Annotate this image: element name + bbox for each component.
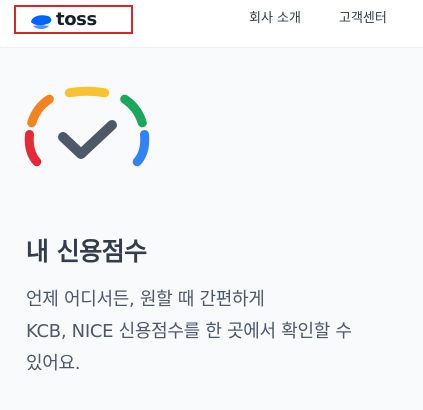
toss-logo-icon bbox=[31, 15, 52, 29]
nav-company-about-link[interactable]: 회사 소개 bbox=[249, 11, 301, 27]
top-navigation-bar: toss 회사 소개 고객센터 bbox=[0, 0, 423, 48]
description-line: 있어요. bbox=[26, 353, 81, 374]
gauge-yellow-segment bbox=[64, 86, 110, 98]
gauge-red-segment bbox=[24, 130, 42, 167]
check-mark bbox=[58, 120, 117, 159]
gauge-green-segment bbox=[120, 94, 147, 128]
description-line: KCB, NICE 신용점수를 한 곳에서 확인할 수 bbox=[26, 321, 352, 342]
gauge-orange-segment bbox=[27, 94, 54, 128]
toss-logo-link[interactable]: toss bbox=[14, 5, 133, 34]
nav-customer-center-link[interactable]: 고객센터 bbox=[339, 11, 387, 27]
description-line: 언제 어디서든, 원할 때 간편하게 bbox=[26, 289, 265, 310]
gauge-blue-segment bbox=[132, 130, 150, 167]
toss-logo-text: toss bbox=[56, 9, 97, 30]
credit-score-gauge-check-icon bbox=[24, 86, 150, 167]
page-title: 내 신용점수 bbox=[26, 237, 147, 266]
